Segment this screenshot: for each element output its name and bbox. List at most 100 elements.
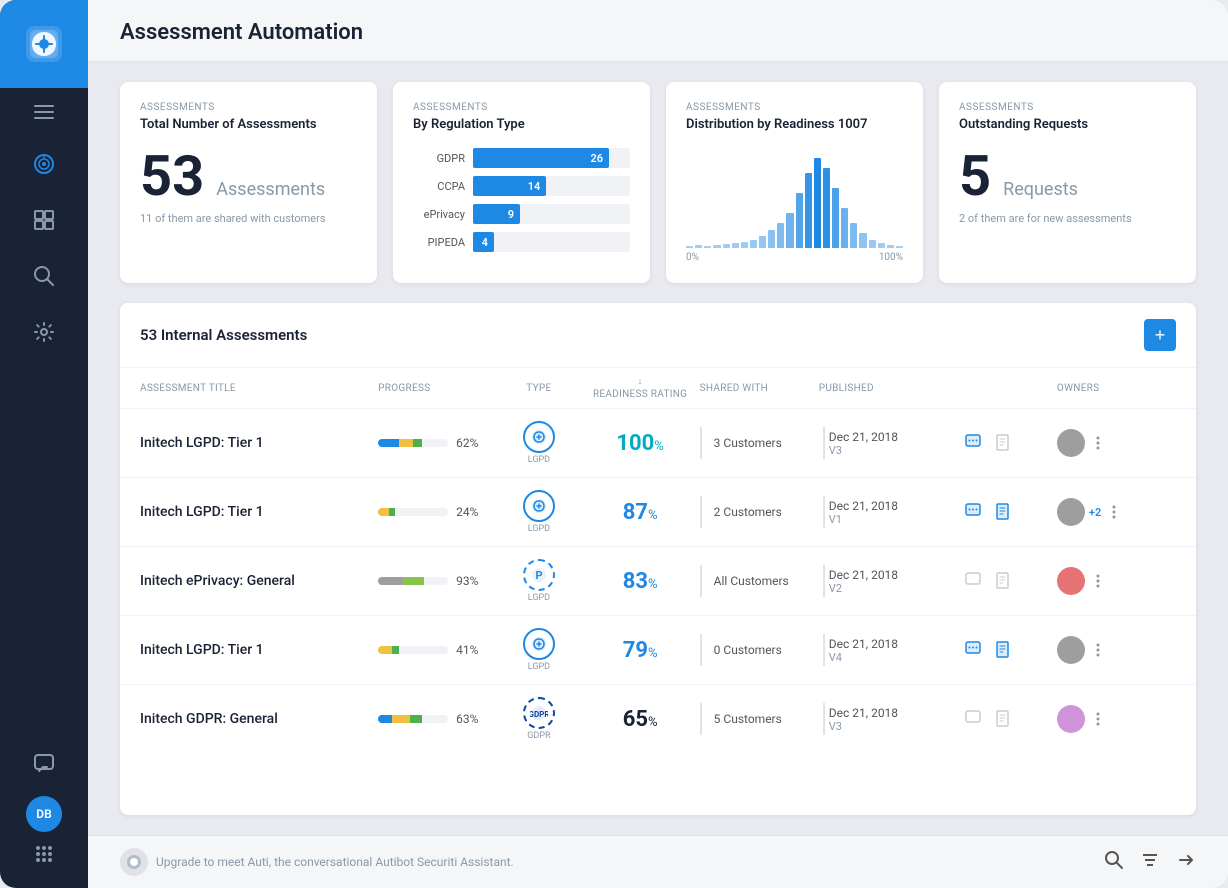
table-column-headers: Assessment Title Progress Type ↓ Readine… bbox=[120, 368, 1196, 409]
progress-percent: 63% bbox=[456, 712, 478, 726]
type-label: LGPD bbox=[528, 455, 550, 465]
published-version: V4 bbox=[829, 651, 898, 664]
dist-bar bbox=[713, 245, 720, 248]
regulation-bars: GDPR 26 CCPA 14 ePrivacy 9 PIPEDA 4 bbox=[413, 148, 630, 252]
doc-icon[interactable] bbox=[992, 500, 1016, 524]
sidebar-item-grid[interactable] bbox=[0, 192, 88, 248]
bar-label: CCPA bbox=[413, 180, 465, 193]
doc-icon[interactable] bbox=[992, 638, 1016, 662]
menu-toggle[interactable] bbox=[0, 88, 88, 136]
row-menu-button[interactable] bbox=[1089, 641, 1107, 659]
bar-fill: 14 bbox=[473, 176, 546, 196]
bar-track: 9 bbox=[473, 204, 630, 224]
user-avatar[interactable]: DB bbox=[26, 796, 62, 832]
progress-bar: 93% bbox=[378, 574, 497, 588]
footer-filter-icon[interactable] bbox=[1140, 850, 1160, 874]
chatbot-text: Upgrade to meet Auti, the conversational… bbox=[156, 855, 514, 869]
table-row: Initech LGPD: Tier 1 62% LGPD 100% 3 Cus… bbox=[120, 409, 1196, 478]
dist-bar bbox=[723, 244, 730, 248]
dist-bar bbox=[869, 240, 876, 248]
assessment-title: Initech ePrivacy: General bbox=[140, 573, 378, 589]
total-section-label: Assessments bbox=[140, 102, 357, 113]
dist-bar bbox=[887, 245, 894, 248]
type-badge: GDPR GDPR bbox=[497, 697, 580, 741]
shared-divider bbox=[700, 496, 702, 528]
dist-axis: 0% 100% bbox=[686, 252, 903, 263]
shared-with: 3 Customers bbox=[700, 427, 819, 459]
bar-fill: 26 bbox=[473, 148, 609, 168]
dist-bar bbox=[850, 223, 857, 248]
row-menu-button[interactable] bbox=[1089, 572, 1107, 590]
dist-bar bbox=[695, 245, 702, 248]
published-info: Dec 21, 2018 V1 bbox=[829, 499, 898, 526]
main-content: Assessment Automation Assessments Total … bbox=[88, 0, 1228, 888]
published-info: Dec 21, 2018 V3 bbox=[829, 706, 898, 733]
bar-row: ePrivacy 9 bbox=[413, 204, 630, 224]
col-type: Type bbox=[497, 376, 580, 400]
col-progress: Progress bbox=[378, 376, 497, 400]
bar-value: 14 bbox=[528, 180, 541, 193]
sidebar-item-settings[interactable] bbox=[0, 304, 88, 360]
row-menu-button[interactable] bbox=[1089, 434, 1107, 452]
type-icon: GDPR bbox=[523, 697, 555, 729]
dist-bar bbox=[750, 240, 757, 248]
col-shared: Shared With bbox=[700, 376, 819, 400]
dist-bar bbox=[823, 168, 830, 248]
progress-percent: 93% bbox=[456, 574, 478, 588]
shared-with: 5 Customers bbox=[700, 703, 819, 735]
bar-label: ePrivacy bbox=[413, 208, 465, 221]
owners-cell: +2 bbox=[1057, 498, 1176, 526]
apps-icon[interactable] bbox=[26, 836, 62, 872]
pub-divider bbox=[823, 427, 825, 459]
table-rows: Initech LGPD: Tier 1 62% LGPD 100% 3 Cus… bbox=[120, 409, 1196, 753]
chatbot-message: Upgrade to meet Auti, the conversational… bbox=[120, 848, 514, 876]
actions-cell bbox=[962, 500, 1057, 524]
sidebar: DB bbox=[0, 0, 88, 888]
sidebar-item-search[interactable] bbox=[0, 248, 88, 304]
sidebar-item-radar[interactable] bbox=[0, 136, 88, 192]
regulation-card: Assessments By Regulation Type GDPR 26 C… bbox=[393, 82, 650, 283]
chat-icon[interactable] bbox=[962, 638, 986, 662]
extra-owners-count: +2 bbox=[1089, 506, 1101, 519]
table-row: Initech GDPR: General 63% GDPR GDPR 65% … bbox=[120, 685, 1196, 753]
chat-icon[interactable] bbox=[962, 500, 986, 524]
progress-bar: 24% bbox=[378, 505, 497, 519]
published-date: Dec 21, 2018 bbox=[829, 706, 898, 720]
type-badge: LGPD bbox=[497, 628, 580, 672]
footer-icons bbox=[1104, 850, 1196, 874]
readiness-percent-sign: % bbox=[648, 715, 658, 730]
chatbot-bubble-icon bbox=[120, 848, 148, 876]
type-badge: LGPD bbox=[497, 421, 580, 465]
dist-section-label: Assessments bbox=[686, 102, 903, 113]
published-version: V1 bbox=[829, 513, 898, 526]
chat-icon[interactable] bbox=[962, 431, 986, 455]
published-cell: Dec 21, 2018 V3 bbox=[819, 703, 962, 735]
published-cell: Dec 21, 2018 V2 bbox=[819, 565, 962, 597]
dist-axis-end: 100% bbox=[879, 252, 903, 263]
footer-arrow-icon[interactable] bbox=[1176, 850, 1196, 874]
bar-row: PIPEDA 4 bbox=[413, 232, 630, 252]
published-cell: Dec 21, 2018 V4 bbox=[819, 634, 962, 666]
dist-bar bbox=[741, 242, 748, 248]
table-header: 53 Internal Assessments + bbox=[120, 303, 1196, 368]
dist-bar bbox=[777, 223, 784, 248]
add-assessment-button[interactable]: + bbox=[1144, 319, 1176, 351]
footer-search-icon[interactable] bbox=[1104, 850, 1124, 874]
progress-bar: 63% bbox=[378, 712, 497, 726]
table-row: Initech LGPD: Tier 1 41% LGPD 79% 0 Cust… bbox=[120, 616, 1196, 685]
readiness-percent-sign: % bbox=[654, 439, 664, 454]
progress-track bbox=[378, 715, 448, 723]
pub-divider bbox=[823, 496, 825, 528]
total-count: 53 bbox=[140, 148, 204, 204]
shared-divider bbox=[700, 703, 702, 735]
sidebar-item-chat[interactable] bbox=[0, 736, 88, 792]
row-menu-button[interactable] bbox=[1089, 710, 1107, 728]
app-logo[interactable] bbox=[0, 0, 88, 88]
outstanding-sub: 2 of them are for new assessments bbox=[959, 212, 1176, 225]
total-card-title: Total Number of Assessments bbox=[140, 117, 357, 132]
assessment-title: Initech LGPD: Tier 1 bbox=[140, 435, 378, 451]
bar-value: 9 bbox=[508, 208, 514, 221]
progress-track bbox=[378, 439, 448, 447]
row-menu-button[interactable] bbox=[1105, 503, 1123, 521]
type-label: GDPR bbox=[527, 731, 550, 741]
